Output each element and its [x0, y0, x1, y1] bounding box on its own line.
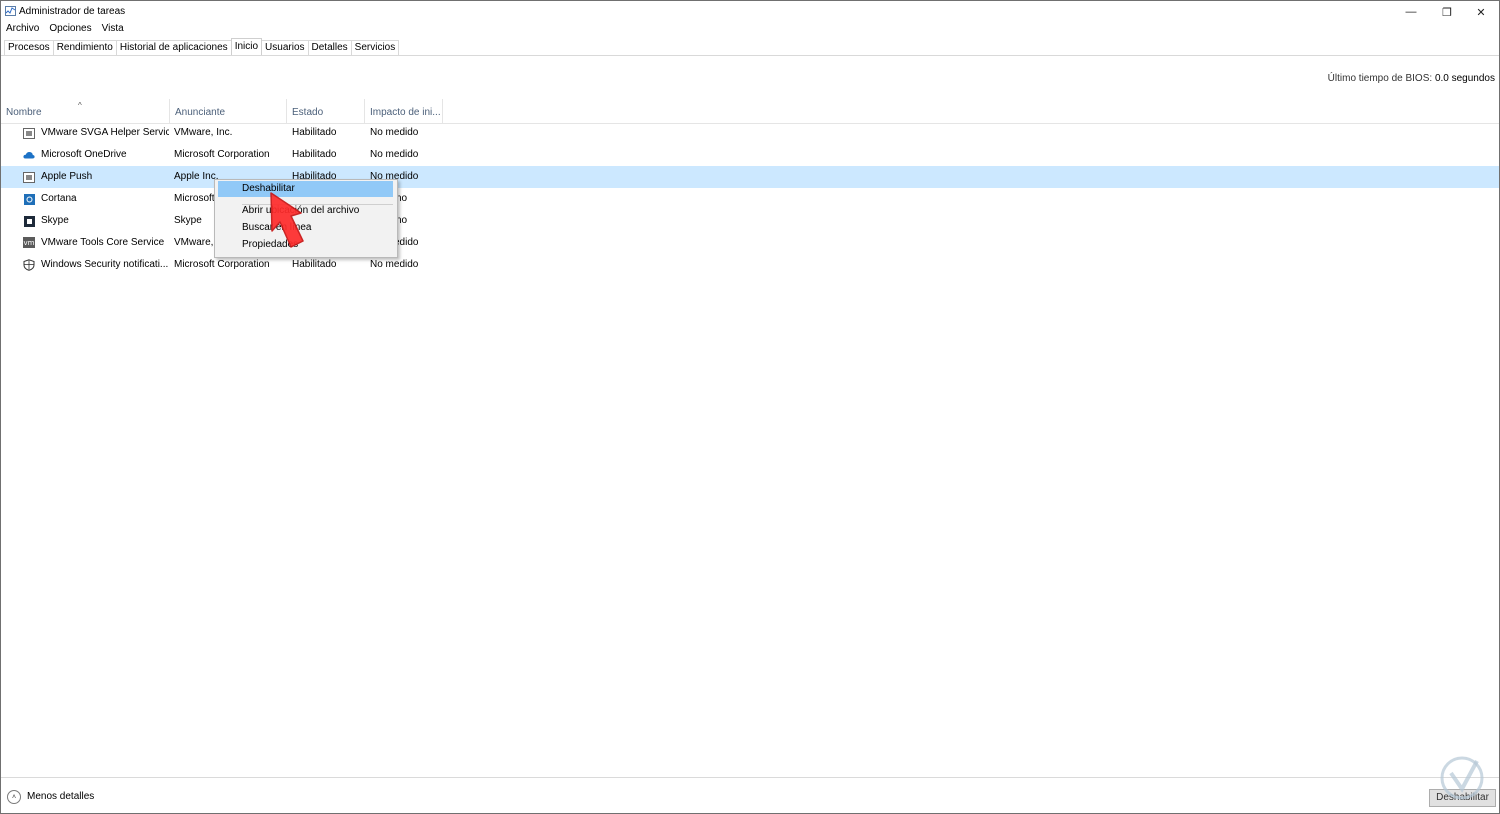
cell-status: Habilitado	[292, 149, 337, 160]
cell-status: Habilitado	[292, 127, 337, 138]
red-pointer-arrow-icon	[270, 192, 304, 248]
column-header-anunciante[interactable]: Anunciante	[170, 99, 287, 123]
cell-name: Apple Push	[41, 171, 93, 182]
tabs-divider	[1, 55, 1499, 56]
tab-rendimiento[interactable]: Rendimiento	[52, 40, 117, 55]
skype-icon	[23, 215, 35, 227]
cell-name: Skype	[41, 215, 69, 226]
cell-impact: edido	[394, 237, 419, 248]
table-row[interactable]: VMware SVGA Helper Service VMware, Inc. …	[1, 122, 1499, 144]
cell-name: Microsoft OneDrive	[41, 149, 127, 160]
tab-procesos[interactable]: Procesos	[4, 40, 54, 55]
column-header-nombre[interactable]: Nombre	[1, 99, 170, 123]
cell-impact: No medido	[370, 149, 419, 160]
column-header-row: Nombre Anunciante Estado Impacto de ini.…	[1, 99, 1499, 124]
menu-vista[interactable]: Vista	[97, 22, 129, 36]
windows-security-shield-icon	[23, 259, 35, 271]
bios-label: Último tiempo de BIOS:	[1327, 73, 1433, 84]
tab-strip: Procesos Rendimiento Historial de aplica…	[4, 38, 1499, 55]
vmware-svga-icon	[23, 127, 35, 139]
task-manager-app-icon	[5, 6, 16, 16]
cell-name: VMware SVGA Helper Service	[41, 127, 169, 138]
tab-usuarios[interactable]: Usuarios	[261, 40, 309, 55]
cell-impact: no	[396, 215, 408, 226]
task-manager-window: Administrador de tareas — ❐ ✕ Archivo Op…	[0, 0, 1500, 814]
tab-historial[interactable]: Historial de aplicaciones	[115, 40, 232, 55]
cortana-icon	[23, 193, 35, 205]
restore-button[interactable]: ❐	[1429, 1, 1465, 23]
watermark-logo-icon	[1440, 756, 1484, 800]
menu-opciones[interactable]: Opciones	[44, 22, 96, 36]
tab-detalles[interactable]: Detalles	[307, 40, 352, 55]
cell-name: VMware Tools Core Service	[41, 237, 165, 248]
cell-publisher: Microsoft Corporation	[174, 149, 270, 160]
cell-name: Cortana	[41, 193, 77, 204]
bios-value: 0.0 segundos	[1434, 73, 1495, 84]
column-header-estado[interactable]: Estado	[287, 99, 365, 123]
cell-impact: no	[396, 193, 408, 204]
window-title: Administrador de tareas	[19, 6, 126, 17]
tab-servicios[interactable]: Servicios	[350, 40, 400, 55]
bios-time: Último tiempo de BIOS: 0.0 segundos	[1328, 73, 1495, 84]
apple-push-icon	[23, 171, 35, 183]
less-details-link[interactable]: Menos detalles	[27, 791, 94, 802]
table-row[interactable]: Microsoft OneDrive Microsoft Corporation…	[1, 144, 1499, 166]
tab-inicio[interactable]: Inicio	[230, 38, 263, 55]
close-button[interactable]: ✕	[1463, 1, 1499, 23]
footer-bar: ˄ Menos detalles Deshabilitar	[1, 777, 1499, 813]
cell-publisher: VMware, Inc.	[174, 127, 233, 138]
onedrive-cloud-icon	[23, 149, 35, 161]
collapse-chevron-icon[interactable]: ˄	[7, 790, 21, 804]
column-header-impacto[interactable]: Impacto de ini...	[365, 99, 443, 123]
cell-impact: No medido	[370, 127, 419, 138]
minimize-button[interactable]: —	[1393, 1, 1429, 23]
vmware-tools-icon: vm	[23, 237, 35, 248]
title-bar: Administrador de tareas — ❐ ✕	[1, 1, 1499, 23]
menu-bar: Archivo Opciones Vista	[1, 22, 129, 36]
cell-name: Windows Security notificati...	[41, 259, 169, 270]
menu-archivo[interactable]: Archivo	[1, 22, 44, 36]
